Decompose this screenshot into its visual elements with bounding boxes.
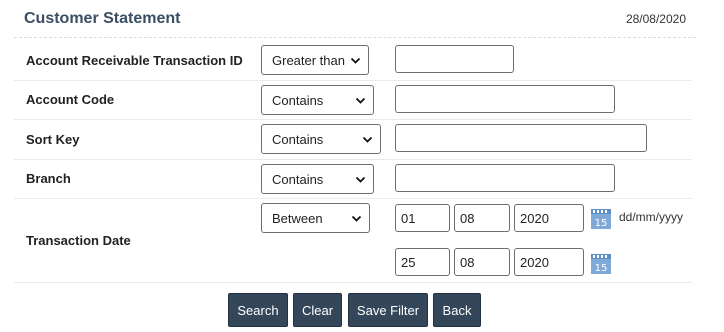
ar-transaction-id-input[interactable]: [395, 45, 514, 73]
back-button[interactable]: Back: [433, 293, 481, 327]
ar-transaction-id-operator-select[interactable]: Greater than: [261, 45, 369, 75]
calendar-icon[interactable]: 15: [590, 253, 612, 275]
account-code-operator-select[interactable]: Contains: [261, 85, 374, 115]
calendar-day-label: 15: [595, 263, 608, 274]
date-to-day-input[interactable]: 25: [395, 248, 450, 276]
ar-transaction-id-operator-value: Greater than: [272, 52, 345, 68]
date-format-hint: dd/mm/yyyy: [619, 210, 684, 224]
sort-key-label: Sort Key: [26, 132, 80, 147]
account-code-label: Account Code: [26, 92, 115, 107]
page-title: Customer Statement: [24, 10, 181, 27]
date-from-month-input[interactable]: 08: [454, 204, 510, 232]
row-divider: [14, 282, 692, 283]
date-from-year-input[interactable]: 2020: [514, 204, 584, 232]
header-divider: [14, 37, 696, 38]
sort-key-operator-value: Contains: [272, 131, 324, 147]
row-divider: [14, 198, 692, 199]
ar-transaction-id-label: Account Receivable Transaction ID: [26, 53, 243, 68]
transaction-date-operator-select[interactable]: Between: [261, 203, 370, 233]
calendar-day-label: 15: [595, 218, 608, 229]
branch-input[interactable]: [395, 164, 615, 192]
chevron-down-icon: [355, 97, 366, 104]
date-from-day-input[interactable]: 01: [395, 204, 450, 232]
row-divider: [14, 159, 692, 160]
date-to-month-input[interactable]: 08: [454, 248, 510, 276]
branch-operator-select[interactable]: Contains: [261, 164, 374, 194]
branch-label: Branch: [26, 171, 71, 186]
chevron-down-icon: [355, 176, 366, 183]
transaction-date-label: Transaction Date: [26, 233, 131, 248]
branch-operator-value: Contains: [272, 171, 324, 187]
save-filter-button[interactable]: Save Filter: [348, 293, 428, 327]
row-divider: [14, 80, 692, 81]
clear-button[interactable]: Clear: [293, 293, 342, 327]
chevron-down-icon: [351, 215, 362, 222]
transaction-date-operator-value: Between: [272, 210, 323, 226]
chevron-down-icon: [362, 136, 373, 143]
date-to-year-input[interactable]: 2020: [514, 248, 584, 276]
calendar-icon[interactable]: 15: [590, 208, 612, 230]
chevron-down-icon: [350, 57, 361, 64]
search-button[interactable]: Search: [228, 293, 288, 327]
statement-date: 28/08/2020: [625, 12, 686, 26]
sort-key-input[interactable]: [395, 124, 647, 152]
sort-key-operator-select[interactable]: Contains: [261, 124, 381, 154]
account-code-operator-value: Contains: [272, 92, 324, 108]
row-divider: [14, 119, 692, 120]
account-code-input[interactable]: [395, 85, 615, 113]
